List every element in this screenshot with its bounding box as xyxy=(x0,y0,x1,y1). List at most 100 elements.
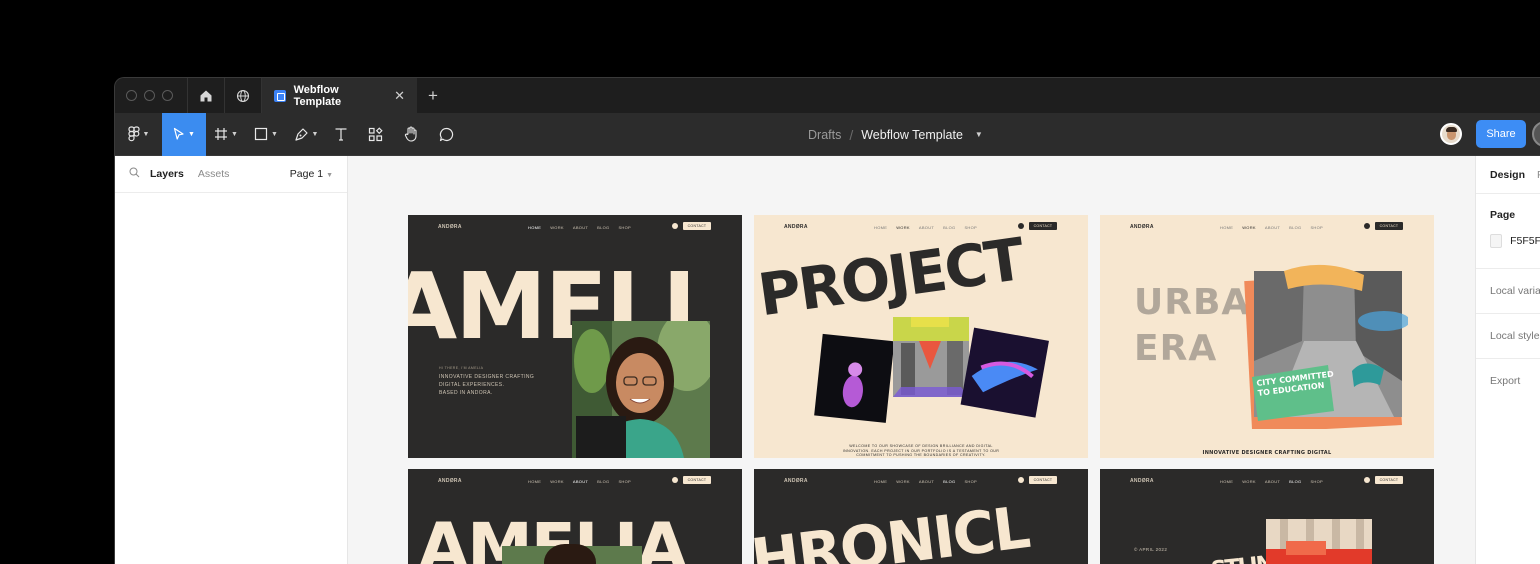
nav-link: HOME xyxy=(1220,479,1234,484)
chevron-down-icon: ▼ xyxy=(142,130,150,138)
page-section-title: Page xyxy=(1490,209,1516,221)
cart-icon xyxy=(1018,223,1024,229)
frame-nav: ANDØRA HOME WORK ABOUT BLOG SHOP CONTACT xyxy=(408,469,742,493)
close-tab-icon[interactable]: ✕ xyxy=(394,88,405,104)
tab-title: Webflow Template xyxy=(293,83,342,108)
frame-styling[interactable]: ANDØRA HOME WORK ABOUT BLOG SHOP CONTACT… xyxy=(1100,469,1434,564)
nav-link: ABOUT xyxy=(572,479,589,484)
move-tool-button[interactable]: ▼ xyxy=(162,112,206,156)
comment-tool-button[interactable] xyxy=(428,113,464,156)
close-window-icon[interactable] xyxy=(126,90,137,101)
body-line: COMMITMENT TO PUSHING THE BOUNDARIES OF … xyxy=(856,453,986,458)
cart-icon xyxy=(1018,477,1024,483)
new-tab-icon[interactable]: + xyxy=(417,78,449,113)
home-icon[interactable] xyxy=(187,78,224,113)
frame-chronicle[interactable]: ANDØRA HOME WORK ABOUT BLOG SHOP CONTACT… xyxy=(754,469,1088,564)
frame-project[interactable]: ANDØRA HOME WORK ABOUT BLOG SHOP CONTACT… xyxy=(754,215,1088,458)
right-panel: Design P Page F5F5F Local varia Local st… xyxy=(1475,156,1540,564)
breadcrumb-separator: / xyxy=(849,126,854,143)
frame-nav: ANDØRA HOME WORK ABOUT BLOG SHOP CONTACT xyxy=(1100,469,1434,493)
maximize-window-icon[interactable] xyxy=(162,90,173,101)
nav-link: ABOUT xyxy=(1264,225,1281,230)
export-section[interactable]: Export xyxy=(1476,358,1540,403)
frame-intro: INNOVATIVE DESIGNER CRAFTING DIGITAL EXP… xyxy=(439,373,534,397)
figma-menu-button[interactable]: ▼ xyxy=(115,113,162,156)
page-color-swatch[interactable] xyxy=(1490,234,1503,248)
nav-link: HOME xyxy=(528,225,542,230)
chevron-down-icon: ▼ xyxy=(271,130,278,138)
chevron-down-icon: ▼ xyxy=(311,130,319,138)
nav-link: ABOUT xyxy=(918,479,935,484)
figma-window: Webflow Template ✕ + ▼ ▼ ▼ ▼ ▼ Drafts / … xyxy=(114,77,1540,564)
interior-photo xyxy=(1266,519,1372,564)
nav-link: WORK xyxy=(550,225,564,230)
cart-icon xyxy=(1364,477,1370,483)
shape-tool-button[interactable]: ▼ xyxy=(246,113,286,156)
user-avatar[interactable] xyxy=(1440,123,1462,145)
frame-nav-links: HOME WORK ABOUT BLOG SHOP xyxy=(528,479,631,484)
portrait-hair xyxy=(544,544,596,564)
breadcrumb-drafts[interactable]: Drafts xyxy=(808,128,841,142)
right-panel-tabs: Design P xyxy=(1476,156,1540,193)
nav-link: SHOP xyxy=(1310,479,1324,484)
nav-link: HOME xyxy=(1220,225,1234,230)
frame-contact-button: CONTACT xyxy=(1375,476,1403,484)
nav-link: BLOG xyxy=(943,225,956,230)
nav-link: ABOUT xyxy=(572,225,589,230)
frame-logo: ANDØRA xyxy=(1130,478,1154,484)
design-canvas[interactable]: ANDØRA HOME WORK ABOUT BLOG SHOP CONTACT… xyxy=(348,156,1475,564)
nav-link: BLOG xyxy=(943,479,956,484)
account-avatar[interactable] xyxy=(1532,121,1540,147)
page-select[interactable]: Page 1 ▼ xyxy=(290,168,333,180)
page-color-value[interactable]: F5F5F xyxy=(1510,235,1540,247)
file-icon xyxy=(274,89,286,102)
frame-nav-links: HOME WORK ABOUT BLOG SHOP xyxy=(874,479,977,484)
minimize-window-icon[interactable] xyxy=(144,90,155,101)
resources-button[interactable] xyxy=(356,113,394,156)
cart-icon xyxy=(672,223,678,229)
cart-icon xyxy=(672,477,678,483)
window-controls[interactable] xyxy=(115,90,187,101)
page-color-row[interactable]: F5F5F xyxy=(1490,234,1540,248)
tab-assets[interactable]: Assets xyxy=(198,168,230,180)
frame-urban-era[interactable]: ANDØRA HOME WORK ABOUT BLOG SHOP CONTACT… xyxy=(1100,215,1434,458)
frame-logo: ANDØRA xyxy=(438,478,462,484)
frame-contact-button: CONTACT xyxy=(1375,222,1403,230)
figma-menu-icon xyxy=(127,126,140,142)
frame-tool-button[interactable]: ▼ xyxy=(206,113,246,156)
local-variables-section[interactable]: Local varia xyxy=(1476,268,1540,313)
tab-webflow-template[interactable]: Webflow Template ✕ xyxy=(261,78,417,113)
search-icon[interactable] xyxy=(129,167,140,181)
frame-amelia[interactable]: ANDØRA HOME WORK ABOUT BLOG SHOP CONTACT… xyxy=(408,469,742,564)
cart-icon xyxy=(1364,223,1370,229)
nav-link: WORK xyxy=(1242,479,1256,484)
nav-link: WORK xyxy=(550,479,564,484)
chevron-down-icon: ▼ xyxy=(231,130,238,138)
chevron-down-icon: ▼ xyxy=(188,130,195,138)
pen-tool-button[interactable]: ▼ xyxy=(286,113,326,156)
hand-tool-button[interactable] xyxy=(394,113,428,156)
nav-link: HOME xyxy=(874,479,888,484)
nav-link: BLOG xyxy=(1289,225,1302,230)
frame-logo: ANDØRA xyxy=(784,224,808,230)
text-tool-button[interactable] xyxy=(326,113,356,156)
frame-logo: ANDØRA xyxy=(438,224,462,230)
nav-link: WORK xyxy=(1242,225,1256,230)
text-tool-icon xyxy=(335,128,347,141)
frame-nav-links: HOME WORK ABOUT BLOG SHOP xyxy=(1220,225,1323,230)
frame-ameli[interactable]: ANDØRA HOME WORK ABOUT BLOG SHOP CONTACT… xyxy=(408,215,742,458)
toolbar: ▼ ▼ ▼ ▼ ▼ Drafts / Webflow Template ▼ Sh… xyxy=(115,112,1540,156)
nav-link: WORK xyxy=(896,225,910,230)
nav-link: ABOUT xyxy=(918,225,935,230)
tab-design[interactable]: Design xyxy=(1490,169,1525,181)
share-button[interactable]: Share xyxy=(1476,120,1526,148)
urban-collage xyxy=(1244,264,1408,429)
chevron-down-icon[interactable]: ▼ xyxy=(975,130,983,139)
nav-link: SHOP xyxy=(1310,225,1324,230)
frame-nav: ANDØRA HOME WORK ABOUT BLOG SHOP CONTACT xyxy=(754,469,1088,493)
tab-layers[interactable]: Layers xyxy=(150,168,184,180)
community-globe-icon[interactable] xyxy=(224,78,261,113)
local-styles-section[interactable]: Local style xyxy=(1476,313,1540,358)
file-name[interactable]: Webflow Template xyxy=(861,128,963,142)
frame-headline-2: ERA xyxy=(1134,328,1218,369)
